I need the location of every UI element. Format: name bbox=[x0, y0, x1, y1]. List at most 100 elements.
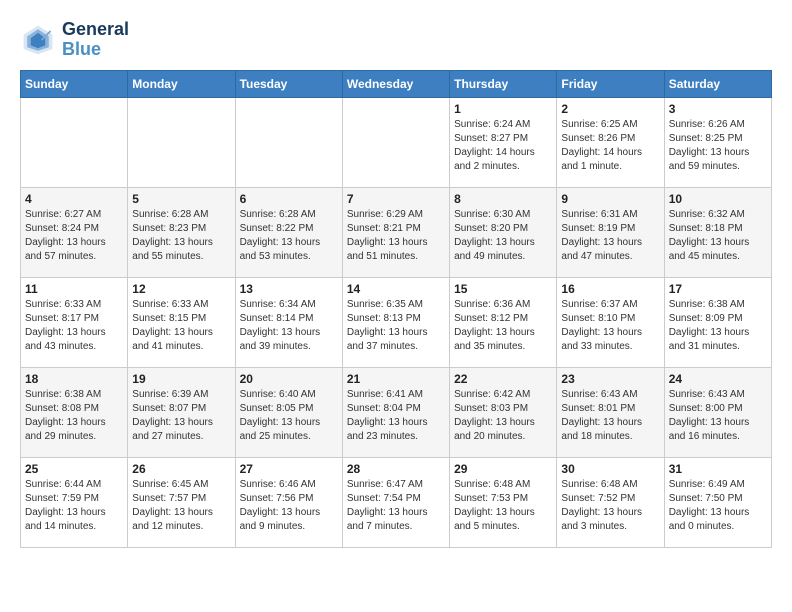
calendar-cell: 8 Sunrise: 6:30 AMSunset: 8:20 PMDaylight… bbox=[450, 187, 557, 277]
day-detail: Sunrise: 6:47 AMSunset: 7:54 PMDaylight:… bbox=[347, 478, 445, 534]
calendar-cell: 24 Sunrise: 6:43 AMSunset: 8:00 PMDayligh… bbox=[664, 367, 771, 457]
calendar-cell: 15Sunrise: 6:36 AMSunset: 8:12 PMDayligh… bbox=[450, 277, 557, 367]
calendar-cell: 1 Sunrise: 6:24 AMSunset: 8:27 PMDaylight… bbox=[450, 97, 557, 187]
calendar-cell: 17 Sunrise: 6:38 AMSunset: 8:09 PMDayligh… bbox=[664, 277, 771, 367]
calendar-cell: 27 Sunrise: 6:46 AMSunset: 7:56 PMDayligh… bbox=[235, 457, 342, 547]
day-number: 20 bbox=[240, 372, 338, 386]
day-number: 17 bbox=[669, 282, 767, 296]
weekday-header: Friday bbox=[557, 70, 664, 97]
calendar-cell bbox=[21, 97, 128, 187]
day-detail: Sunrise: 6:27 AMSunset: 8:24 PMDaylight:… bbox=[25, 208, 123, 264]
logo: General Blue bbox=[20, 20, 129, 60]
day-detail: Sunrise: 6:33 AMSunset: 8:17 PMDaylight:… bbox=[25, 298, 123, 354]
calendar-cell: 6 Sunrise: 6:28 AMSunset: 8:22 PMDaylight… bbox=[235, 187, 342, 277]
calendar-cell bbox=[128, 97, 235, 187]
calendar-cell: 25 Sunrise: 6:44 AMSunset: 7:59 PMDayligh… bbox=[21, 457, 128, 547]
day-detail: Sunrise: 6:24 AMSunset: 8:27 PMDaylight:… bbox=[454, 118, 552, 174]
day-detail: Sunrise: 6:26 AMSunset: 8:25 PMDaylight:… bbox=[669, 118, 767, 174]
day-detail: Sunrise: 6:28 AMSunset: 8:22 PMDaylight:… bbox=[240, 208, 338, 264]
weekday-header: Sunday bbox=[21, 70, 128, 97]
calendar-cell: 21 Sunrise: 6:41 AMSunset: 8:04 PMDayligh… bbox=[342, 367, 449, 457]
day-detail: Sunrise: 6:30 AMSunset: 8:20 PMDaylight:… bbox=[454, 208, 552, 264]
calendar-cell: 5 Sunrise: 6:28 AMSunset: 8:23 PMDaylight… bbox=[128, 187, 235, 277]
calendar-cell: 13 Sunrise: 6:34 AMSunset: 8:14 PMDayligh… bbox=[235, 277, 342, 367]
logo-text: General Blue bbox=[62, 20, 129, 60]
calendar-cell: 26 Sunrise: 6:45 AMSunset: 7:57 PMDayligh… bbox=[128, 457, 235, 547]
calendar-cell: 28 Sunrise: 6:47 AMSunset: 7:54 PMDayligh… bbox=[342, 457, 449, 547]
day-detail: Sunrise: 6:49 AMSunset: 7:50 PMDaylight:… bbox=[669, 478, 767, 534]
day-number: 3 bbox=[669, 102, 767, 116]
day-detail: Sunrise: 6:29 AMSunset: 8:21 PMDaylight:… bbox=[347, 208, 445, 264]
day-number: 6 bbox=[240, 192, 338, 206]
day-detail: Sunrise: 6:34 AMSunset: 8:14 PMDaylight:… bbox=[240, 298, 338, 354]
day-number: 23 bbox=[561, 372, 659, 386]
calendar-table: SundayMondayTuesdayWednesdayThursdayFrid… bbox=[20, 70, 772, 548]
day-number: 8 bbox=[454, 192, 552, 206]
weekday-header: Tuesday bbox=[235, 70, 342, 97]
weekday-header: Monday bbox=[128, 70, 235, 97]
calendar-cell: 23Sunrise: 6:43 AMSunset: 8:01 PMDayligh… bbox=[557, 367, 664, 457]
calendar-cell: 12 Sunrise: 6:33 AMSunset: 8:15 PMDayligh… bbox=[128, 277, 235, 367]
calendar-cell: 3 Sunrise: 6:26 AMSunset: 8:25 PMDaylight… bbox=[664, 97, 771, 187]
calendar-cell: 11 Sunrise: 6:33 AMSunset: 8:17 PMDayligh… bbox=[21, 277, 128, 367]
day-detail: Sunrise: 6:46 AMSunset: 7:56 PMDaylight:… bbox=[240, 478, 338, 534]
day-number: 27 bbox=[240, 462, 338, 476]
day-detail: Sunrise: 6:25 AMSunset: 8:26 PMDaylight:… bbox=[561, 118, 659, 174]
calendar-cell: 18 Sunrise: 6:38 AMSunset: 8:08 PMDayligh… bbox=[21, 367, 128, 457]
page-header: General Blue bbox=[20, 20, 772, 60]
day-number: 4 bbox=[25, 192, 123, 206]
weekday-header: Thursday bbox=[450, 70, 557, 97]
day-number: 24 bbox=[669, 372, 767, 386]
day-number: 15 bbox=[454, 282, 552, 296]
calendar-cell: 19Sunrise: 6:39 AMSunset: 8:07 PMDayligh… bbox=[128, 367, 235, 457]
day-detail: Sunrise: 6:48 AMSunset: 7:53 PMDaylight:… bbox=[454, 478, 552, 534]
day-number: 29 bbox=[454, 462, 552, 476]
day-detail: Sunrise: 6:28 AMSunset: 8:23 PMDaylight:… bbox=[132, 208, 230, 264]
day-detail: Sunrise: 6:40 AMSunset: 8:05 PMDaylight:… bbox=[240, 388, 338, 444]
day-number: 16 bbox=[561, 282, 659, 296]
day-detail: Sunrise: 6:32 AMSunset: 8:18 PMDaylight:… bbox=[669, 208, 767, 264]
weekday-header: Saturday bbox=[664, 70, 771, 97]
weekday-header: Wednesday bbox=[342, 70, 449, 97]
calendar-cell bbox=[342, 97, 449, 187]
day-detail: Sunrise: 6:38 AMSunset: 8:08 PMDaylight:… bbox=[25, 388, 123, 444]
day-detail: Sunrise: 6:42 AMSunset: 8:03 PMDaylight:… bbox=[454, 388, 552, 444]
day-detail: Sunrise: 6:45 AMSunset: 7:57 PMDaylight:… bbox=[132, 478, 230, 534]
calendar-cell: 31Sunrise: 6:49 AMSunset: 7:50 PMDayligh… bbox=[664, 457, 771, 547]
day-detail: Sunrise: 6:44 AMSunset: 7:59 PMDaylight:… bbox=[25, 478, 123, 534]
day-number: 26 bbox=[132, 462, 230, 476]
day-number: 5 bbox=[132, 192, 230, 206]
day-number: 18 bbox=[25, 372, 123, 386]
day-number: 10 bbox=[669, 192, 767, 206]
day-detail: Sunrise: 6:43 AMSunset: 8:00 PMDaylight:… bbox=[669, 388, 767, 444]
day-detail: Sunrise: 6:41 AMSunset: 8:04 PMDaylight:… bbox=[347, 388, 445, 444]
day-detail: Sunrise: 6:38 AMSunset: 8:09 PMDaylight:… bbox=[669, 298, 767, 354]
calendar-cell: 2Sunrise: 6:25 AMSunset: 8:26 PMDaylight… bbox=[557, 97, 664, 187]
day-number: 11 bbox=[25, 282, 123, 296]
day-detail: Sunrise: 6:35 AMSunset: 8:13 PMDaylight:… bbox=[347, 298, 445, 354]
calendar-cell: 7 Sunrise: 6:29 AMSunset: 8:21 PMDaylight… bbox=[342, 187, 449, 277]
day-detail: Sunrise: 6:33 AMSunset: 8:15 PMDaylight:… bbox=[132, 298, 230, 354]
day-number: 9 bbox=[561, 192, 659, 206]
day-number: 25 bbox=[25, 462, 123, 476]
day-detail: Sunrise: 6:48 AMSunset: 7:52 PMDaylight:… bbox=[561, 478, 659, 534]
calendar-cell: 16 Sunrise: 6:37 AMSunset: 8:10 PMDayligh… bbox=[557, 277, 664, 367]
day-number: 14 bbox=[347, 282, 445, 296]
day-number: 7 bbox=[347, 192, 445, 206]
day-number: 21 bbox=[347, 372, 445, 386]
calendar-cell bbox=[235, 97, 342, 187]
day-number: 22 bbox=[454, 372, 552, 386]
day-detail: Sunrise: 6:37 AMSunset: 8:10 PMDaylight:… bbox=[561, 298, 659, 354]
calendar-cell: 22 Sunrise: 6:42 AMSunset: 8:03 PMDayligh… bbox=[450, 367, 557, 457]
calendar-cell: 30 Sunrise: 6:48 AMSunset: 7:52 PMDayligh… bbox=[557, 457, 664, 547]
day-number: 30 bbox=[561, 462, 659, 476]
calendar-cell: 20 Sunrise: 6:40 AMSunset: 8:05 PMDayligh… bbox=[235, 367, 342, 457]
day-number: 12 bbox=[132, 282, 230, 296]
calendar-cell: 14 Sunrise: 6:35 AMSunset: 8:13 PMDayligh… bbox=[342, 277, 449, 367]
calendar-cell: 4 Sunrise: 6:27 AMSunset: 8:24 PMDaylight… bbox=[21, 187, 128, 277]
day-detail: Sunrise: 6:31 AMSunset: 8:19 PMDaylight:… bbox=[561, 208, 659, 264]
day-number: 28 bbox=[347, 462, 445, 476]
day-number: 13 bbox=[240, 282, 338, 296]
day-number: 1 bbox=[454, 102, 552, 116]
day-number: 19 bbox=[132, 372, 230, 386]
